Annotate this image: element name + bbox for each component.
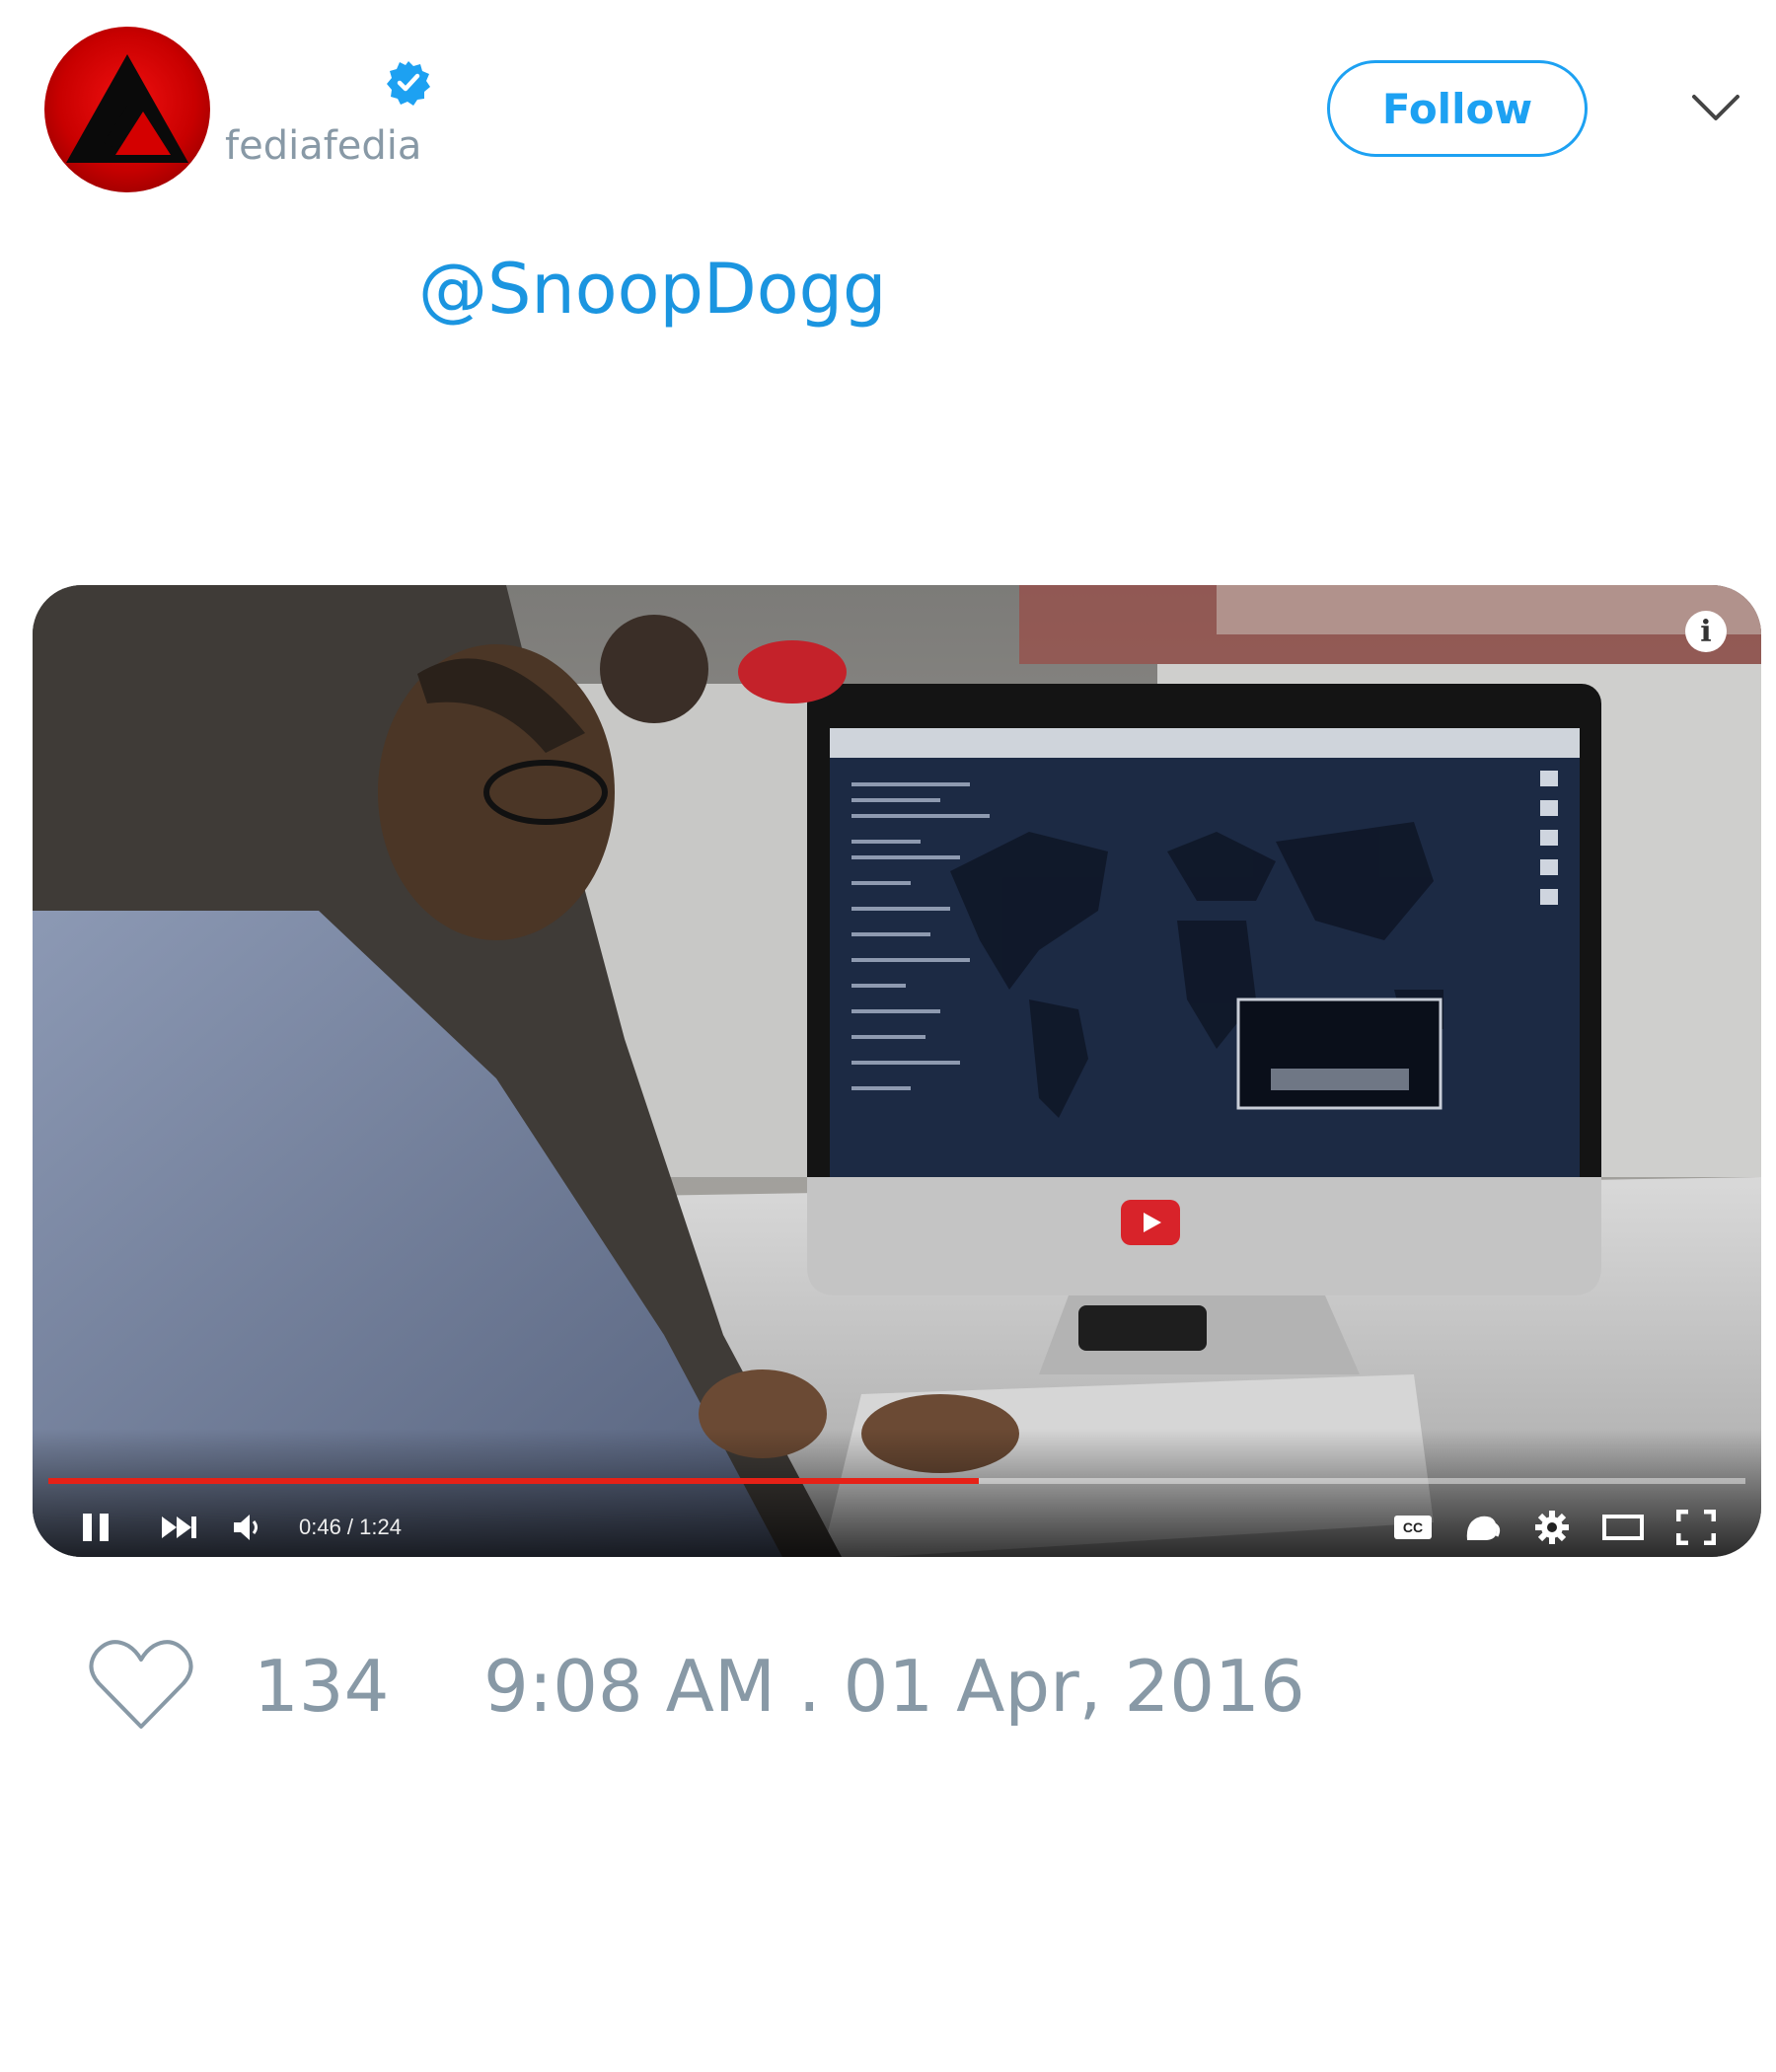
annotations-button[interactable] xyxy=(1460,1508,1506,1547)
theater-mode-button[interactable] xyxy=(1601,1508,1645,1547)
settings-button[interactable] xyxy=(1532,1508,1572,1547)
next-button[interactable] xyxy=(159,1508,200,1547)
volume-button[interactable] xyxy=(230,1508,265,1547)
progress-fill xyxy=(48,1478,979,1484)
tweet-timestamp[interactable]: 9:08 AM . 01 Apr, 2016 xyxy=(483,1651,1305,1722)
heart-icon[interactable] xyxy=(89,1638,193,1731)
pause-button[interactable] xyxy=(78,1508,113,1547)
follow-button[interactable]: Follow xyxy=(1327,60,1588,157)
youtube-logo-icon xyxy=(1121,1200,1180,1245)
verified-badge-icon xyxy=(387,61,430,106)
theater-icon xyxy=(1602,1515,1644,1540)
info-icon[interactable]: i xyxy=(1685,611,1727,652)
settings-icon xyxy=(1535,1511,1569,1544)
chevron-down-icon[interactable] xyxy=(1690,89,1741,124)
triangle-logo-icon xyxy=(66,54,188,163)
like-count: 134 xyxy=(254,1645,390,1728)
next-icon xyxy=(162,1517,196,1538)
captions-button[interactable]: CC xyxy=(1391,1508,1435,1547)
user-handle[interactable]: fediafedia xyxy=(225,126,421,166)
fullscreen-icon xyxy=(1676,1510,1716,1545)
progress-bar[interactable] xyxy=(48,1478,1745,1484)
video-frame xyxy=(33,585,1761,1557)
mention-link[interactable]: @SnoopDogg xyxy=(418,255,886,324)
avatar[interactable] xyxy=(44,27,210,192)
pause-icon xyxy=(83,1514,109,1541)
time-display: 0:46 / 1:24 xyxy=(299,1515,402,1539)
volume-icon xyxy=(234,1515,258,1540)
annotations-icon xyxy=(1466,1516,1501,1540)
fullscreen-button[interactable] xyxy=(1674,1508,1718,1547)
video-player[interactable]: i 0:46 / 1:24 CC xyxy=(33,585,1761,1557)
svg-text:CC: CC xyxy=(1403,1519,1423,1535)
cc-icon: CC xyxy=(1394,1516,1432,1539)
